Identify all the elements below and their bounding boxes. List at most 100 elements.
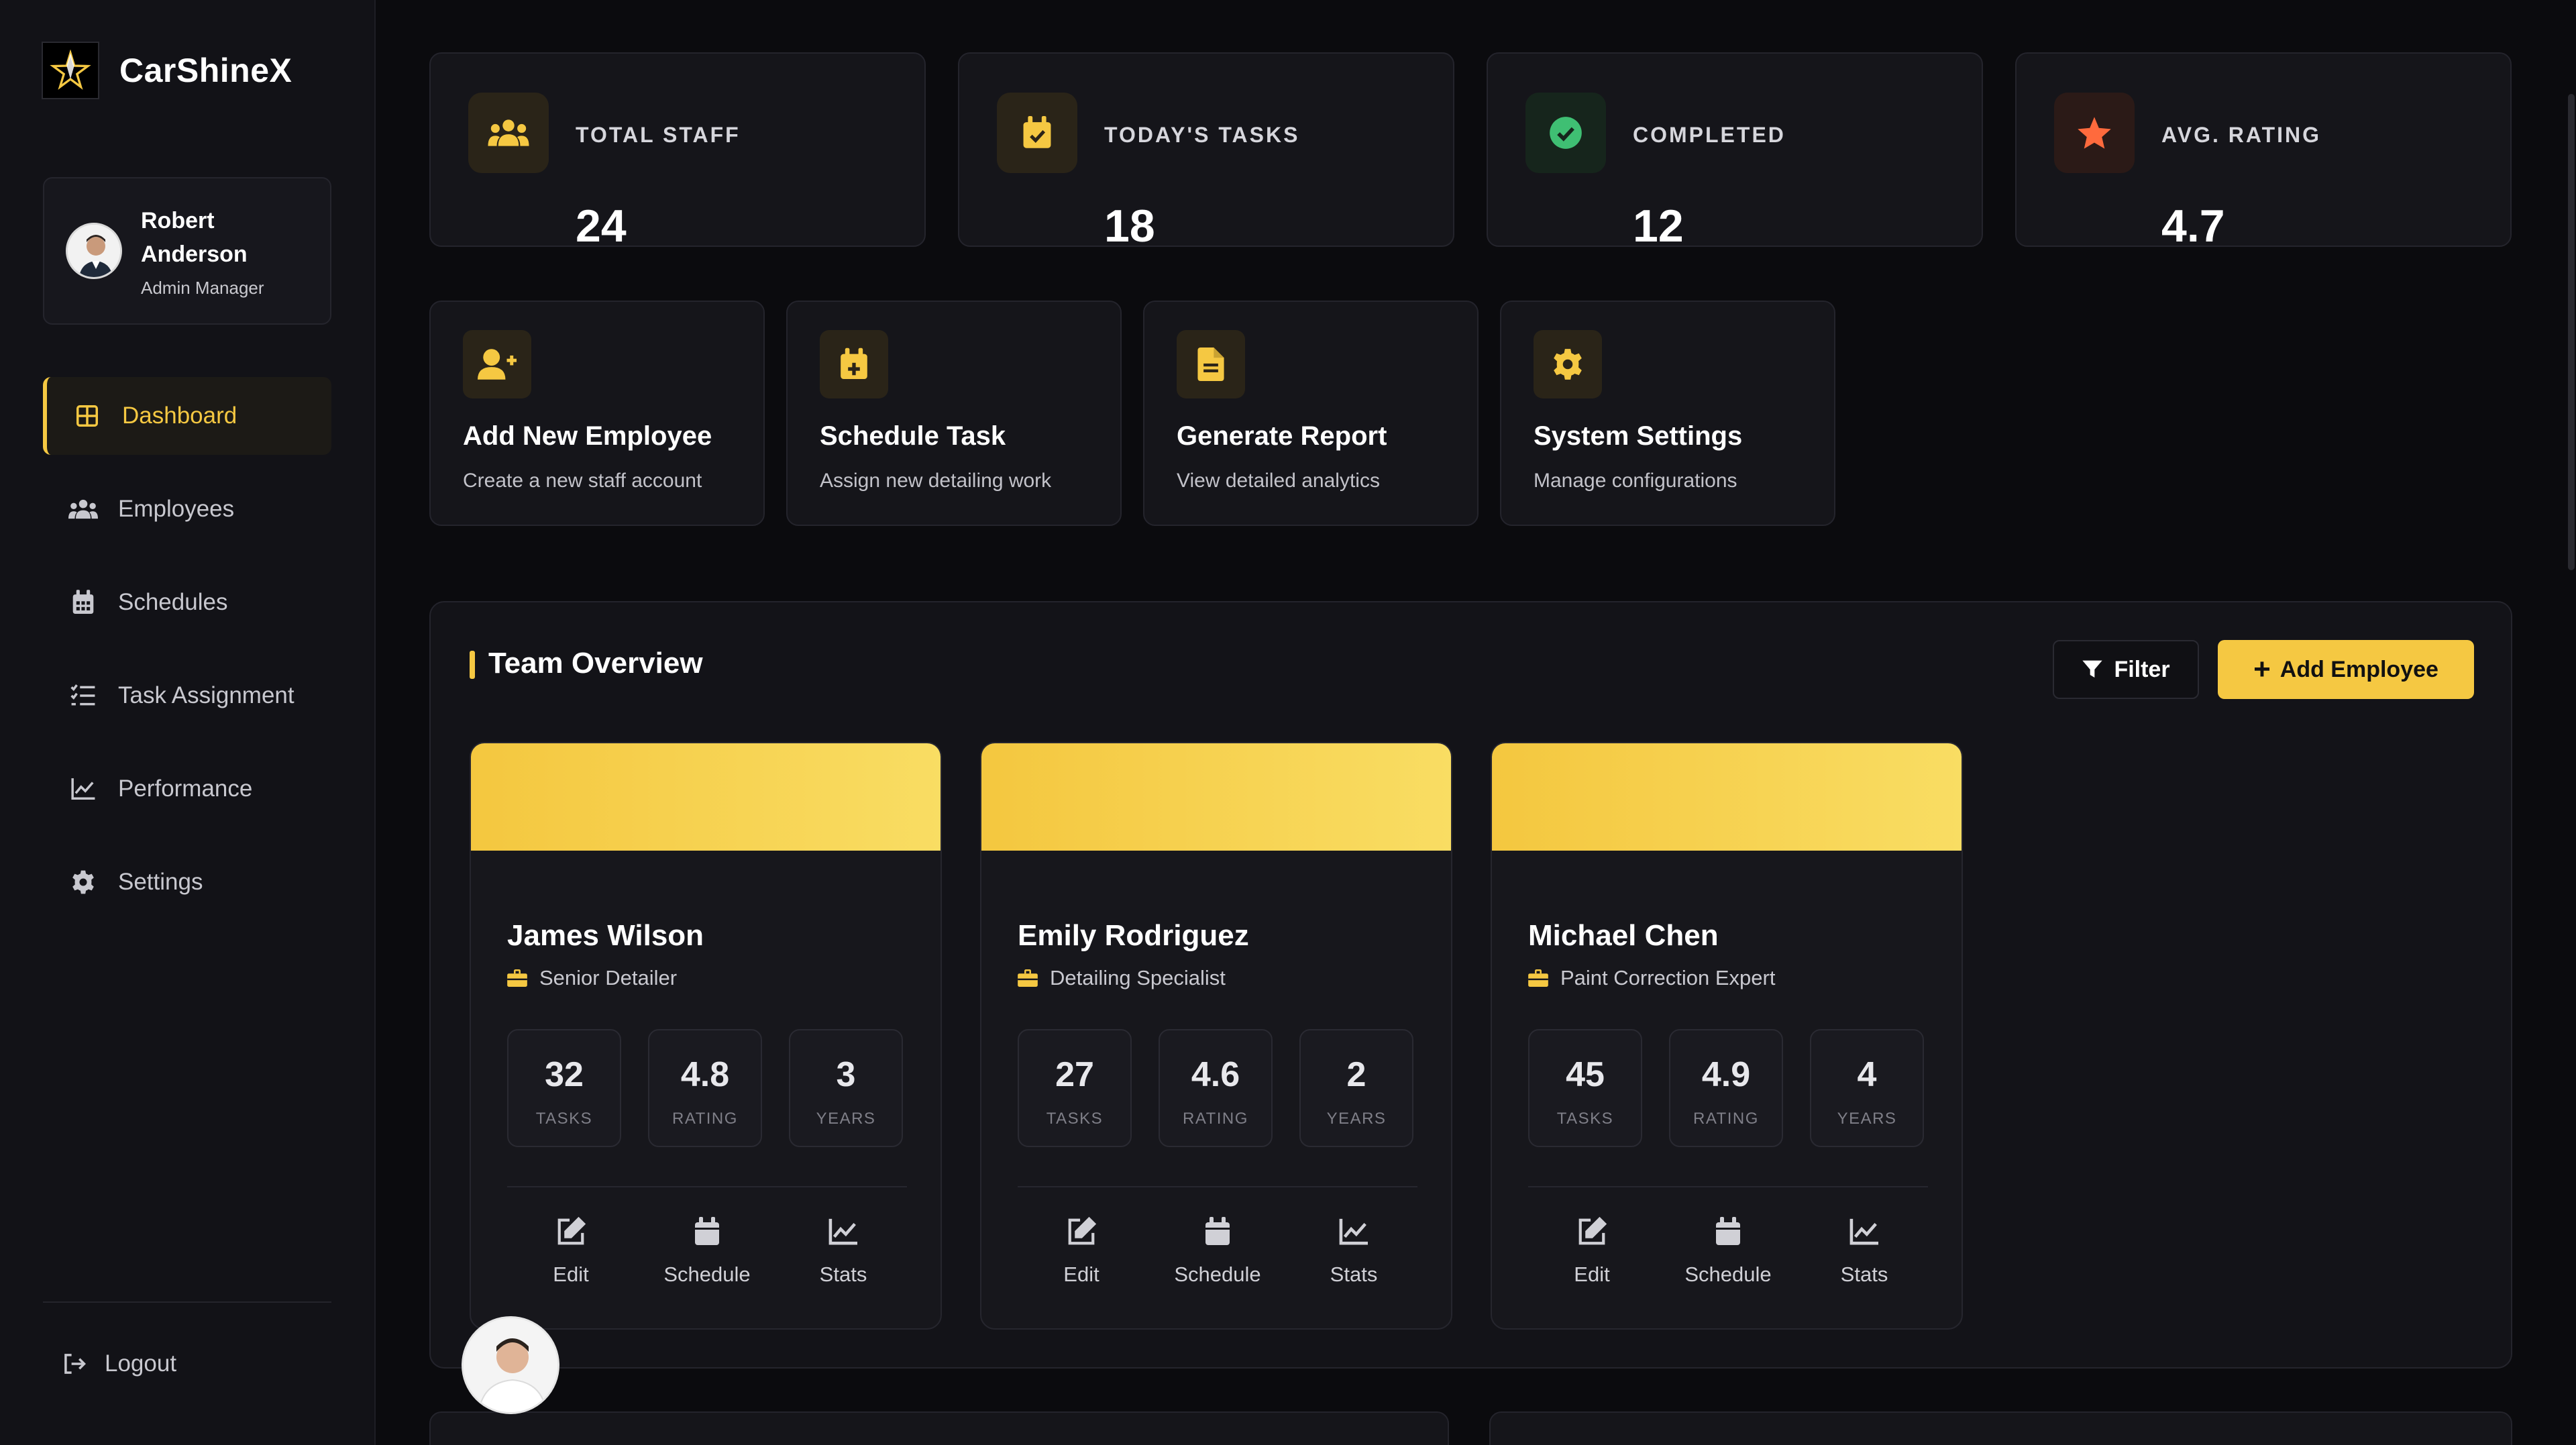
logout-label: Logout — [105, 1350, 177, 1377]
stats-button[interactable]: Stats — [780, 1213, 907, 1287]
stat-caption: YEARS — [1326, 1110, 1387, 1128]
star-icon — [2054, 93, 2135, 173]
avatar[interactable] — [462, 1316, 559, 1414]
employee-card: James Wilson Senior Detailer 32 TASKS 4.8… — [470, 742, 942, 1330]
stat-number: 27 — [1055, 1055, 1094, 1094]
sidebar-item-employees[interactable]: Employees — [43, 470, 331, 548]
stat-caption: RATING — [672, 1110, 738, 1128]
sidebar-item-label: Settings — [118, 869, 203, 895]
stat-caption: RATING — [1183, 1110, 1248, 1128]
users-icon — [468, 93, 549, 173]
team-overview-title: Team Overview — [488, 647, 703, 680]
divider — [507, 1186, 907, 1187]
stat-caption: YEARS — [816, 1110, 876, 1128]
divider — [1528, 1186, 1928, 1187]
action-title: Add New Employee — [463, 421, 712, 451]
stat-card-todays-tasks: TODAY'S TASKS 18 — [958, 52, 1454, 252]
chart-line-icon — [1290, 1213, 1417, 1250]
team-overview-panel: Team Overview Filter + Add Employee Jame… — [429, 601, 2512, 1369]
employee-role-label: Paint Correction Expert — [1560, 966, 1776, 989]
sidebar-nav: Dashboard Employees Schedules Task Assig… — [43, 377, 331, 936]
sidebar-item-label: Dashboard — [122, 403, 237, 429]
employee-stat-years: 3 YEARS — [789, 1029, 903, 1147]
stat-number: 4.6 — [1191, 1055, 1240, 1094]
action-subtitle: Manage configurations — [1534, 470, 1737, 492]
employee-actions: Edit Schedule Stats — [1018, 1213, 1417, 1287]
calendar-icon — [67, 586, 99, 619]
chart-line-icon — [67, 773, 99, 805]
action-title: System Settings — [1534, 421, 1743, 451]
profile-name: Robert Anderson — [141, 207, 248, 267]
employee-stat-years: 4 YEARS — [1810, 1029, 1924, 1147]
schedule-button[interactable]: Schedule — [643, 1213, 771, 1287]
stats-button[interactable]: Stats — [1801, 1213, 1928, 1287]
gear-icon — [67, 866, 99, 898]
task-list-icon — [67, 680, 99, 712]
employee-role: Senior Detailer — [507, 966, 677, 990]
user-plus-icon — [463, 330, 531, 398]
sidebar-item-settings[interactable]: Settings — [43, 843, 331, 921]
profile-card[interactable]: Robert Anderson Admin Manager — [43, 177, 331, 325]
schedule-button[interactable]: Schedule — [1664, 1213, 1792, 1287]
scrollbar-thumb[interactable] — [2568, 94, 2575, 570]
stat-number: 4.8 — [680, 1055, 730, 1094]
sidebar-item-label: Task Assignment — [118, 682, 294, 708]
filter-label: Filter — [2114, 656, 2170, 682]
briefcase-icon — [1528, 969, 1548, 987]
stats-button[interactable]: Stats — [1290, 1213, 1417, 1287]
sidebar-item-label: Performance — [118, 775, 253, 802]
action-generate-report[interactable]: Generate Report View detailed analytics — [1143, 301, 1479, 526]
employee-stat-tasks: 45 TASKS — [1528, 1029, 1642, 1147]
employee-card-banner — [981, 743, 1451, 851]
sidebar-item-dashboard[interactable]: Dashboard — [43, 377, 331, 455]
employee-name: Emily Rodriguez — [1018, 919, 1249, 952]
edit-button[interactable]: Edit — [507, 1213, 635, 1287]
add-employee-button[interactable]: + Add Employee — [2218, 640, 2474, 699]
stat-caption: TASKS — [1046, 1110, 1104, 1128]
sidebar-item-schedules[interactable]: Schedules — [43, 564, 331, 641]
sidebar-item-task-assignment[interactable]: Task Assignment — [43, 657, 331, 735]
employee-stat-rating: 4.8 RATING — [648, 1029, 762, 1147]
schedule-label: Schedule — [1684, 1263, 1772, 1286]
stats-label: Stats — [819, 1263, 867, 1286]
employee-name: Michael Chen — [1528, 919, 1719, 952]
brand-name: CarShineX — [119, 52, 292, 89]
action-title: Schedule Task — [820, 421, 1006, 451]
stat-number: 32 — [545, 1055, 584, 1094]
sidebar-item-performance[interactable]: Performance — [43, 750, 331, 828]
brand-logo — [42, 42, 99, 99]
stat-caption: RATING — [1693, 1110, 1759, 1128]
employee-stats: 45 TASKS 4.9 RATING 4 YEARS — [1528, 1029, 1924, 1147]
stats-label: Stats — [1330, 1263, 1378, 1286]
logout-button[interactable]: Logout — [60, 1350, 176, 1378]
stat-caption: TASKS — [535, 1110, 593, 1128]
stat-caption: TASKS — [1556, 1110, 1614, 1128]
calendar-icon — [1664, 1213, 1792, 1250]
employee-stats: 27 TASKS 4.6 RATING 2 YEARS — [1018, 1029, 1413, 1147]
action-system-settings[interactable]: System Settings Manage configurations — [1500, 301, 1835, 526]
employee-stat-tasks: 27 TASKS — [1018, 1029, 1132, 1147]
check-circle-icon — [1525, 93, 1606, 173]
edit-icon — [1528, 1213, 1656, 1250]
schedule-label: Schedule — [663, 1263, 751, 1286]
logout-icon — [60, 1350, 89, 1378]
bottom-card-right — [1489, 1411, 2512, 1445]
schedule-label: Schedule — [1174, 1263, 1261, 1286]
plus-icon: + — [2253, 653, 2271, 686]
scrollbar[interactable] — [2565, 0, 2576, 1445]
edit-label: Edit — [1574, 1263, 1610, 1286]
stat-number: 4 — [1857, 1055, 1877, 1094]
add-employee-label: Add Employee — [2279, 656, 2438, 682]
dashboard-grid-icon — [71, 400, 103, 432]
stat-card-avg-rating: AVG. RATING 4.7 — [2015, 52, 2512, 252]
stat-label: AVG. RATING — [2161, 123, 2322, 147]
filter-button[interactable]: Filter — [2053, 640, 2199, 699]
edit-button[interactable]: Edit — [1528, 1213, 1656, 1287]
brand[interactable]: CarShineX — [42, 42, 292, 99]
schedule-button[interactable]: Schedule — [1154, 1213, 1281, 1287]
edit-label: Edit — [553, 1263, 589, 1286]
action-add-new-employee[interactable]: Add New Employee Create a new staff acco… — [429, 301, 765, 526]
briefcase-icon — [1018, 969, 1038, 987]
edit-button[interactable]: Edit — [1018, 1213, 1145, 1287]
action-schedule-task[interactable]: Schedule Task Assign new detailing work — [786, 301, 1122, 526]
